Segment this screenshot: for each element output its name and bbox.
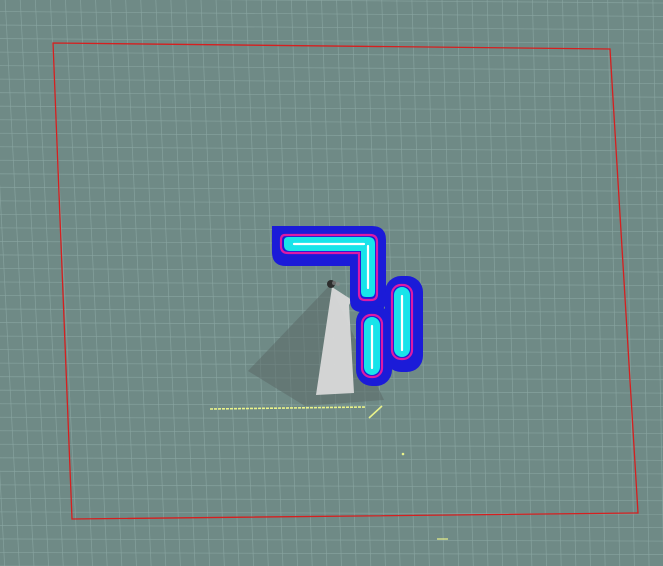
rviz-3d-viewport[interactable] [0,0,663,566]
scene-canvas[interactable] [0,0,663,566]
